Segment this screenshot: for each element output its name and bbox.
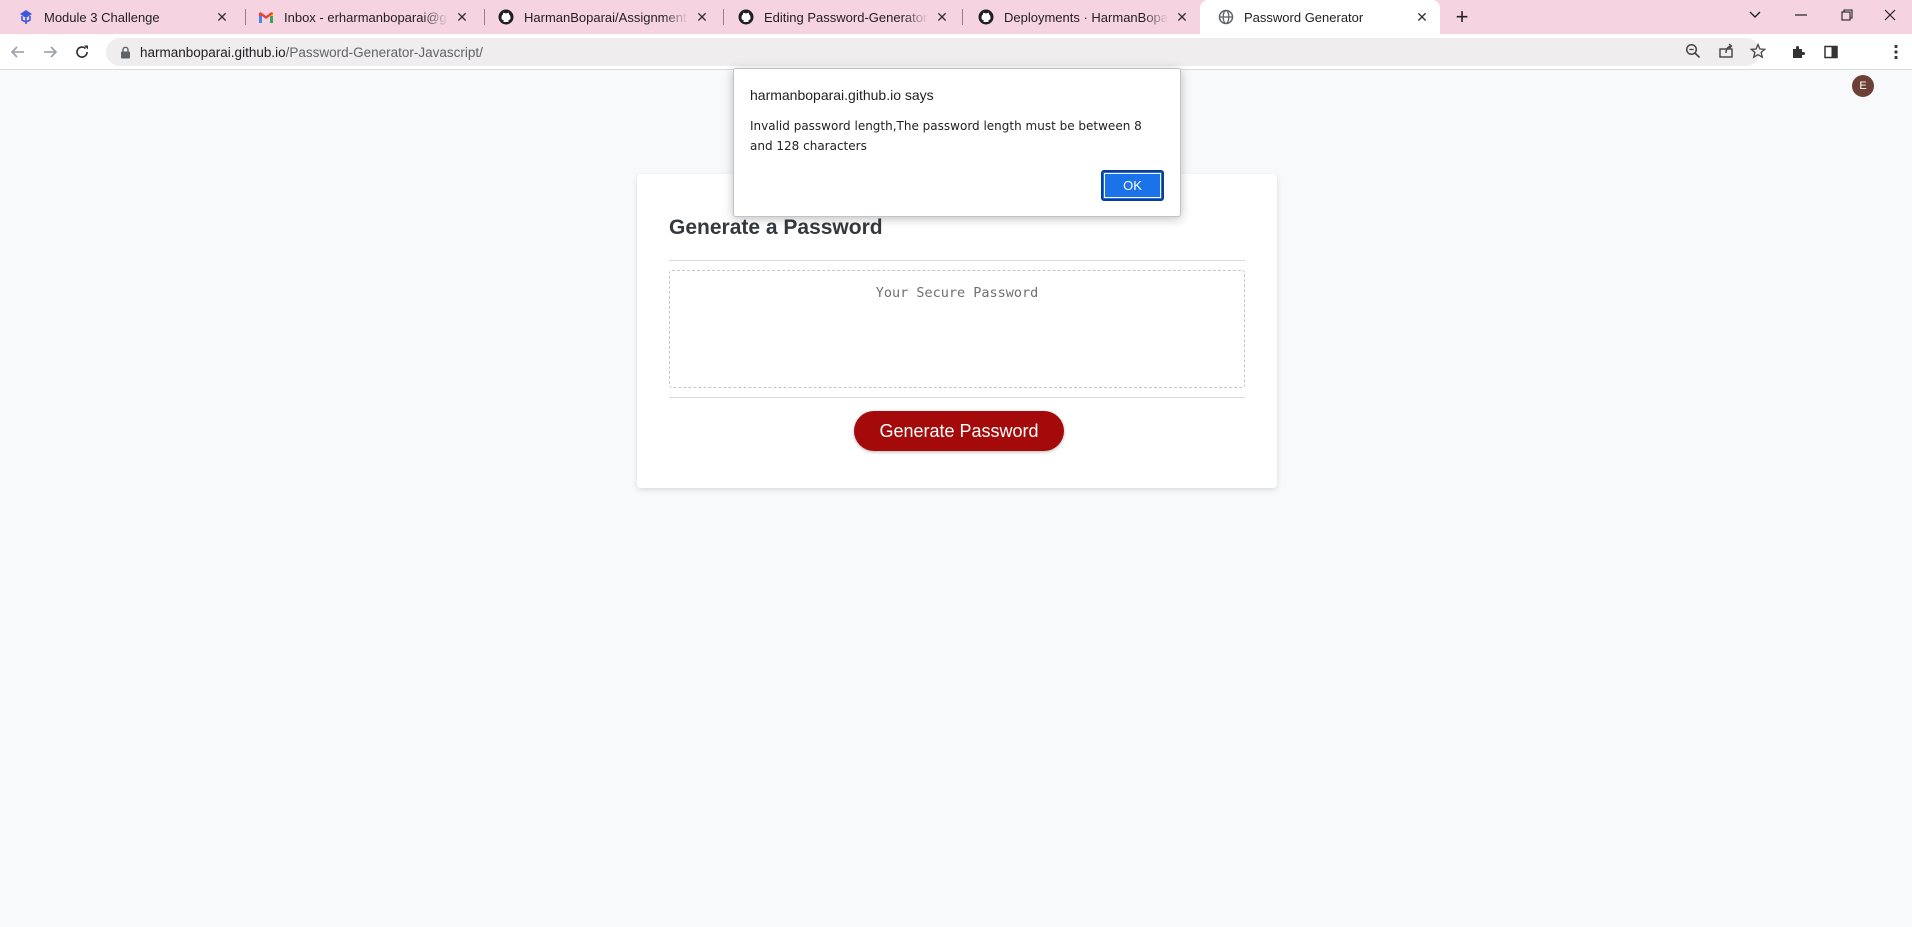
lock-icon[interactable] [118,45,132,59]
extensions-icon[interactable] [1789,42,1809,62]
dialog-message: Invalid password length,The password len… [750,119,1142,153]
close-icon[interactable]: ✕ [454,9,470,25]
close-icon[interactable]: ✕ [934,9,950,25]
minimize-icon[interactable] [1779,0,1823,30]
url-text[interactable]: harmanboparai.github.io/Password-Generat… [140,45,483,60]
restore-icon[interactable] [1825,0,1869,30]
new-tab-button[interactable]: + [1449,4,1475,30]
ok-button[interactable]: OK [1101,170,1164,201]
url-path: /Password-Generator-Javascript/ [285,44,483,60]
tab-title: Inbox - erharmanboparai@gmail.com [284,9,448,25]
forward-icon[interactable] [36,38,64,66]
close-icon[interactable]: ✕ [1414,9,1430,25]
tab-title: Editing Password-Generator-Javascript [764,9,928,25]
address-bar[interactable]: harmanboparai.github.io/Password-Generat… [106,38,1760,66]
github-icon [738,9,754,25]
tab-title: HarmanBoparai/Assignment-Challenge [524,9,688,25]
tab-github-editing[interactable]: Editing Password-Generator-Javascript ✕ [720,0,960,34]
menu-kebab-icon[interactable] [1886,42,1906,62]
tab-github-deployments[interactable]: Deployments · HarmanBoparai/Password ✕ [960,0,1200,34]
github-icon [978,9,994,25]
card-title: Generate a Password [669,216,883,239]
url-host: harmanboparai.github.io [140,44,286,60]
tab-gmail-inbox[interactable]: Inbox - erharmanboparai@gmail.com ✕ [240,0,480,34]
header-divider [669,260,1245,261]
bookmark-star-icon[interactable] [1749,42,1767,60]
password-output[interactable] [669,270,1245,388]
tab-search-icon[interactable] [1733,0,1777,30]
tab-title: Deployments · HarmanBoparai/Password [1004,9,1168,25]
back-icon[interactable] [4,38,32,66]
tab-password-generator[interactable]: Password Generator ✕ [1200,0,1440,34]
tab-module-3-challenge[interactable]: Module 3 Challenge ✕ [0,0,240,34]
password-card: Generate a Password Generate Password [637,174,1277,488]
browser-toolbar: harmanboparai.github.io/Password-Generat… [0,34,1912,97]
dialog-title: harmanboparai.github.io says [750,87,934,103]
tab-title: Password Generator [1244,9,1364,25]
generate-password-button[interactable]: Generate Password [854,411,1064,451]
close-icon[interactable]: ✕ [1174,9,1190,25]
tab-github-assignment[interactable]: HarmanBoparai/Assignment-Challenge ✕ [480,0,720,34]
tab-strip: Module 3 Challenge ✕ Inbox - erharmanbop… [0,0,1912,34]
side-panel-icon[interactable] [1821,42,1841,62]
close-icon[interactable]: ✕ [214,9,230,25]
github-icon [498,9,514,25]
alert-dialog: harmanboparai.github.io says Invalid pas… [733,68,1181,217]
footer-divider [669,397,1245,398]
gmail-icon [258,9,274,25]
bootcamp-logo-icon [18,9,34,25]
window-close-icon[interactable] [1868,0,1912,30]
tab-title: Module 3 Challenge [44,9,160,25]
share-icon[interactable] [1717,42,1735,60]
globe-icon [1218,9,1234,25]
profile-avatar[interactable]: E [1852,75,1874,97]
zoom-icon[interactable] [1684,42,1702,60]
reload-icon[interactable] [68,38,96,66]
close-icon[interactable]: ✕ [694,9,710,25]
